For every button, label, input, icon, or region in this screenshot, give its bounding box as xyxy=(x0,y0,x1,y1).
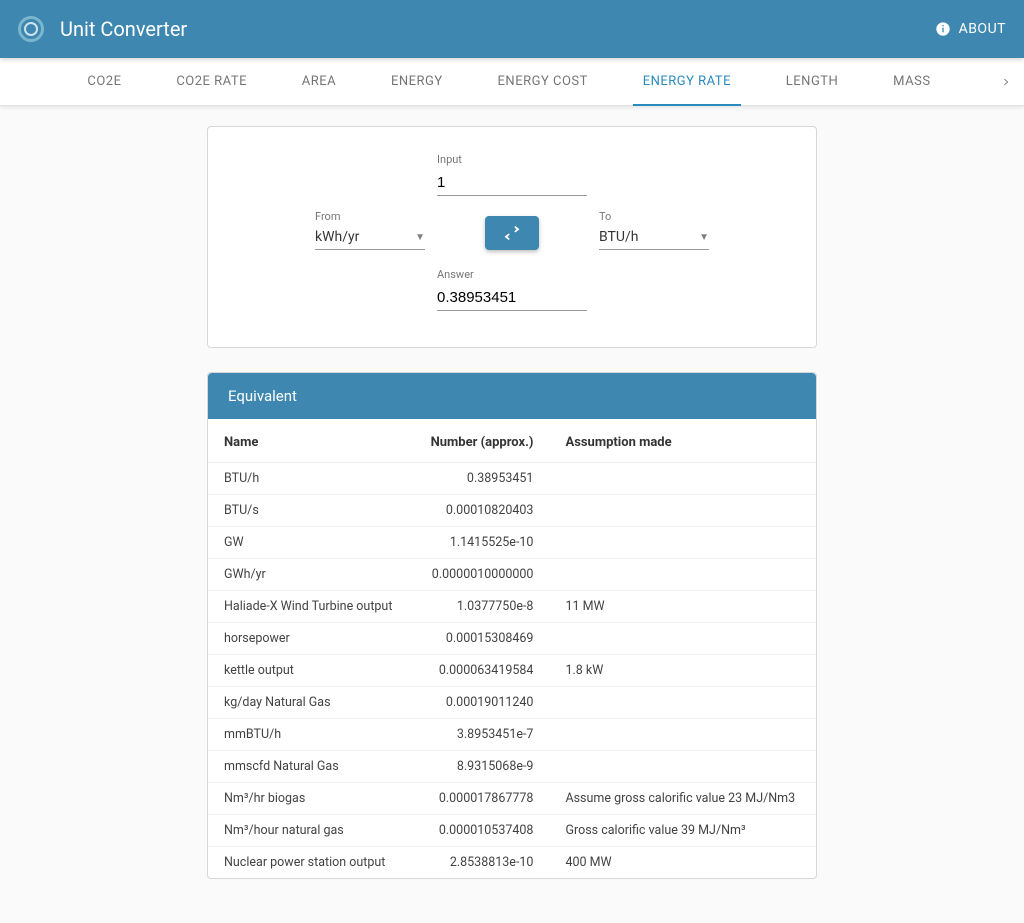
cell-name: mmBTU/h xyxy=(208,719,412,751)
tab-co2e[interactable]: CO2E xyxy=(87,58,121,106)
cell-name: mmscfd Natural Gas xyxy=(208,751,412,783)
converter-card: Input From kWh/yr ▼ To BTU/h ▼ xyxy=(207,126,817,348)
cell-number: 8.9315068e-9 xyxy=(412,751,549,783)
about-button[interactable]: ABOUT xyxy=(935,21,1006,37)
cell-assumption xyxy=(549,527,816,559)
equivalent-table: Name Number (approx.) Assumption made BT… xyxy=(208,419,816,878)
table-row: Haliade-X Wind Turbine output1.0377750e-… xyxy=(208,591,816,623)
cell-assumption: 1.8 kW xyxy=(549,655,816,687)
answer-label: Answer xyxy=(437,268,587,281)
cell-name: GWh/yr xyxy=(208,559,412,591)
table-row: kg/day Natural Gas0.00019011240 xyxy=(208,687,816,719)
table-row: mmscfd Natural Gas8.9315068e-9 xyxy=(208,751,816,783)
cell-assumption: 11 MW xyxy=(549,591,816,623)
from-field-group: From kWh/yr ▼ xyxy=(315,210,425,250)
table-row: BTU/h0.38953451 xyxy=(208,463,816,495)
answer-value[interactable] xyxy=(437,285,587,311)
cell-name: horsepower xyxy=(208,623,412,655)
input-field-group: Input xyxy=(437,153,587,196)
cell-number: 0.0000010000000 xyxy=(412,559,549,591)
cell-number: 1.1415525e-10 xyxy=(412,527,549,559)
cell-assumption xyxy=(549,719,816,751)
cell-number: 2.8538813e-10 xyxy=(412,847,549,879)
cell-name: Nm³/hour natural gas xyxy=(208,815,412,847)
col-name: Name xyxy=(208,419,412,463)
cell-number: 0.00019011240 xyxy=(412,687,549,719)
table-row: horsepower0.00015308469 xyxy=(208,623,816,655)
main-content: Input From kWh/yr ▼ To BTU/h ▼ xyxy=(0,106,1024,923)
tab-area[interactable]: AREA xyxy=(302,58,336,106)
table-row: kettle output0.0000634195841.8 kW xyxy=(208,655,816,687)
col-number: Number (approx.) xyxy=(412,419,549,463)
cell-number: 3.8953451e-7 xyxy=(412,719,549,751)
cell-assumption xyxy=(549,495,816,527)
from-select[interactable]: kWh/yr ▼ xyxy=(315,227,425,250)
table-row: Nm³/hr biogas0.000017867778Assume gross … xyxy=(208,783,816,815)
equivalent-card: Equivalent Name Number (approx.) Assumpt… xyxy=(207,372,817,879)
chevron-right-icon xyxy=(1001,77,1011,87)
cell-name: Nuclear power station output xyxy=(208,847,412,879)
app-logo xyxy=(18,16,44,42)
swap-button[interactable] xyxy=(485,216,539,250)
tab-energy-rate[interactable]: ENERGY RATE xyxy=(643,58,731,106)
caret-down-icon: ▼ xyxy=(699,232,709,243)
cell-assumption: 400 MW xyxy=(549,847,816,879)
cell-number: 0.00010820403 xyxy=(412,495,549,527)
app-title: Unit Converter xyxy=(60,17,935,41)
cell-name: kettle output xyxy=(208,655,412,687)
tabs-scroll-right[interactable] xyxy=(988,58,1024,106)
app-bar: Unit Converter ABOUT xyxy=(0,0,1024,58)
tab-energy[interactable]: ENERGY xyxy=(391,58,443,106)
cell-assumption xyxy=(549,687,816,719)
cell-assumption xyxy=(549,559,816,591)
col-assumption: Assumption made xyxy=(549,419,816,463)
cell-assumption xyxy=(549,623,816,655)
cell-assumption: Gross calorific value 39 MJ/Nm³ xyxy=(549,815,816,847)
cell-assumption xyxy=(549,751,816,783)
to-select[interactable]: BTU/h ▼ xyxy=(599,227,709,250)
cell-name: Haliade-X Wind Turbine output xyxy=(208,591,412,623)
answer-field-group: Answer xyxy=(437,268,587,311)
table-row: GW1.1415525e-10 xyxy=(208,527,816,559)
cell-number: 0.000010537408 xyxy=(412,815,549,847)
cell-number: 1.0377750e-8 xyxy=(412,591,549,623)
cell-assumption xyxy=(549,463,816,495)
to-value: BTU/h xyxy=(599,229,638,245)
to-label: To xyxy=(599,210,709,223)
from-value: kWh/yr xyxy=(315,229,359,245)
table-row: Nuclear power station output2.8538813e-1… xyxy=(208,847,816,879)
cell-number: 0.38953451 xyxy=(412,463,549,495)
cell-name: kg/day Natural Gas xyxy=(208,687,412,719)
input-label: Input xyxy=(437,153,587,166)
tab-energy-cost[interactable]: ENERGY COST xyxy=(498,58,588,106)
cell-number: 0.00015308469 xyxy=(412,623,549,655)
cell-name: BTU/h xyxy=(208,463,412,495)
table-header-row: Name Number (approx.) Assumption made xyxy=(208,419,816,463)
cell-name: GW xyxy=(208,527,412,559)
from-label: From xyxy=(315,210,425,223)
table-row: GWh/yr0.0000010000000 xyxy=(208,559,816,591)
to-field-group: To BTU/h ▼ xyxy=(599,210,709,250)
about-label: ABOUT xyxy=(959,21,1006,37)
tab-mass[interactable]: MASS xyxy=(893,58,930,106)
tab-co2e-rate[interactable]: CO2E RATE xyxy=(176,58,247,106)
info-icon xyxy=(935,21,951,37)
caret-down-icon: ▼ xyxy=(415,232,425,243)
tabs-container: CO2E CO2E RATE AREA ENERGY ENERGY COST ENERGY… xyxy=(0,58,988,106)
table-row: Nm³/hour natural gas0.000010537408Gross … xyxy=(208,815,816,847)
tabs-bar: CO2E CO2E RATE AREA ENERGY ENERGY COST ENERGY… xyxy=(0,58,1024,106)
equivalent-header: Equivalent xyxy=(208,373,816,419)
cell-name: BTU/s xyxy=(208,495,412,527)
cell-number: 0.000017867778 xyxy=(412,783,549,815)
input-value[interactable] xyxy=(437,170,587,196)
swap-icon xyxy=(503,224,521,242)
table-row: mmBTU/h3.8953451e-7 xyxy=(208,719,816,751)
table-row: BTU/s0.00010820403 xyxy=(208,495,816,527)
cell-number: 0.000063419584 xyxy=(412,655,549,687)
cell-assumption: Assume gross calorific value 23 MJ/Nm3 xyxy=(549,783,816,815)
tab-length[interactable]: LENGTH xyxy=(786,58,839,106)
cell-name: Nm³/hr biogas xyxy=(208,783,412,815)
